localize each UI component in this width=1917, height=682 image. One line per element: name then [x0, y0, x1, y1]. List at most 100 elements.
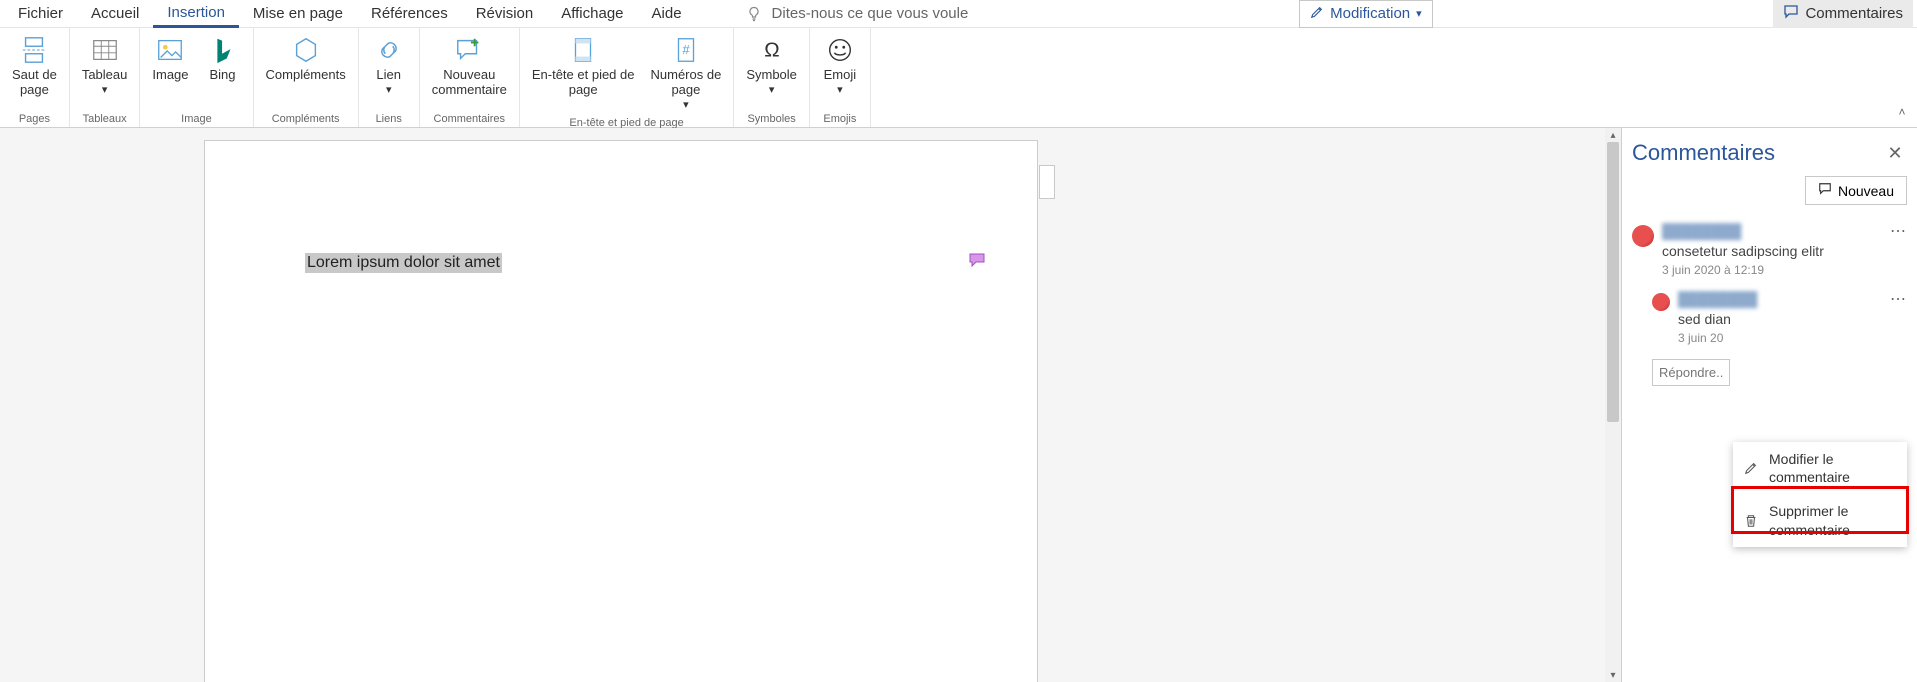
comment-thread: ████████ consetetur sadipscing elitr 3 j… — [1632, 219, 1907, 386]
chevron-down-icon: ▾ — [102, 83, 108, 96]
ribbon-group-pages-label: Pages — [19, 111, 50, 127]
comment-date: 3 juin 20 — [1678, 331, 1907, 345]
ribbon-group-tableaux: Tableau ▾ Tableaux — [70, 28, 141, 127]
comment-author: ████████ — [1678, 291, 1907, 307]
ribbon-group-emojis-label: Emojis — [823, 111, 856, 127]
ribbon-header-footer-label: En-tête et pied de page — [532, 68, 635, 98]
comments-panel-close[interactable]: ✕ — [1883, 141, 1907, 165]
bing-icon — [207, 34, 239, 66]
comment-bubble-icon — [1818, 182, 1832, 199]
ribbon-bing[interactable]: Bing — [197, 30, 249, 111]
comment-text: consetetur sadipscing elitr — [1662, 243, 1907, 259]
comments-toggle-label: Commentaires — [1805, 5, 1903, 22]
comments-toggle-button[interactable]: Commentaires — [1773, 0, 1913, 28]
scroll-down-arrow[interactable]: ▾ — [1605, 668, 1621, 682]
ribbon: Saut de page Pages Tableau ▾ Tableaux — [0, 28, 1917, 128]
ctx-edit-label: Modifier le commentaire — [1769, 450, 1897, 486]
comment-text: sed dian — [1678, 311, 1907, 327]
comment-marker-icon[interactable] — [969, 253, 985, 267]
tab-aide[interactable]: Aide — [638, 1, 696, 26]
scroll-thumb[interactable] — [1607, 142, 1619, 422]
ribbon-image-label: Image — [152, 68, 188, 83]
ribbon-symbole[interactable]: Ω Symbole ▾ — [738, 30, 805, 111]
ribbon-complements-label: Compléments — [266, 68, 346, 83]
comment-author: ████████ — [1662, 223, 1907, 239]
table-icon — [89, 34, 121, 66]
tab-revision[interactable]: Révision — [462, 1, 548, 26]
tab-references[interactable]: Références — [357, 1, 462, 26]
pencil-icon — [1743, 460, 1759, 476]
modification-label: Modification — [1330, 5, 1410, 22]
ribbon-group-image-label: Image — [181, 111, 212, 127]
tab-accueil[interactable]: Accueil — [77, 1, 153, 26]
ribbon-group-tableaux-label: Tableaux — [83, 111, 127, 127]
ribbon-complements[interactable]: Compléments — [258, 30, 354, 111]
ribbon-header-footer[interactable]: En-tête et pied de page — [524, 30, 643, 115]
ribbon-nouveau-commentaire[interactable]: Nouveau commentaire — [424, 30, 515, 111]
ribbon-emoji[interactable]: Emoji ▾ — [814, 30, 866, 111]
document-page[interactable]: Lorem ipsum dolor sit amet — [204, 140, 1038, 682]
vertical-scrollbar[interactable]: ▴ ▾ — [1605, 128, 1621, 682]
svg-text:Ω: Ω — [764, 39, 779, 62]
ribbon-page-break[interactable]: Saut de page — [4, 30, 65, 111]
comment-date: 3 juin 2020 à 12:19 — [1662, 263, 1907, 277]
comment-overflow-menu[interactable]: ⋯ — [1890, 289, 1907, 309]
ribbon-collapse-button[interactable]: ˄ — [1893, 103, 1911, 121]
comment[interactable]: ████████ consetetur sadipscing elitr 3 j… — [1632, 219, 1907, 281]
chevron-down-icon: ▾ — [386, 83, 392, 96]
ribbon-tableau[interactable]: Tableau ▾ — [74, 30, 136, 111]
ribbon-group-header-footer: En-tête et pied de page # Numéros de pag… — [520, 28, 734, 127]
chevron-down-icon: ▾ — [683, 98, 689, 111]
new-comment-button[interactable]: Nouveau — [1805, 176, 1907, 205]
modification-button[interactable]: Modification ▾ — [1299, 0, 1433, 28]
ribbon-group-pages: Saut de page Pages — [0, 28, 70, 127]
ribbon-page-break-label: Saut de page — [12, 68, 57, 98]
tab-mise-en-page[interactable]: Mise en page — [239, 1, 357, 26]
tab-insertion[interactable]: Insertion — [153, 0, 239, 28]
reply-input[interactable] — [1652, 359, 1730, 386]
ribbon-page-number[interactable]: # Numéros de page ▾ — [643, 30, 730, 115]
ribbon-tableau-label: Tableau — [82, 68, 128, 83]
menu-bar: Fichier Accueil Insertion Mise en page R… — [0, 0, 1917, 28]
ellipsis-icon: ⋯ — [1890, 291, 1907, 308]
trash-icon — [1743, 513, 1759, 529]
ribbon-lien[interactable]: Lien ▾ — [363, 30, 415, 111]
comments-panel: Commentaires ✕ Nouveau █████ — [1621, 128, 1917, 682]
tab-fichier[interactable]: Fichier — [4, 1, 77, 26]
lightbulb-icon — [746, 6, 762, 22]
document-area: Lorem ipsum dolor sit amet ▴ ▾ — [0, 128, 1621, 682]
header-footer-icon — [567, 34, 599, 66]
tell-me-search[interactable]: Dites-nous ce que vous voule — [746, 5, 969, 22]
ribbon-group-symboles: Ω Symbole ▾ Symboles — [734, 28, 810, 127]
ribbon-emoji-label: Emoji — [824, 68, 857, 83]
ctx-delete-comment[interactable]: Supprimer le commentaire — [1733, 494, 1907, 546]
ctx-edit-comment[interactable]: Modifier le commentaire — [1733, 442, 1907, 494]
ribbon-lien-label: Lien — [376, 68, 401, 83]
ctx-delete-label: Supprimer le commentaire — [1769, 502, 1897, 538]
ribbon-group-liens: Lien ▾ Liens — [359, 28, 420, 127]
ribbon-group-complements-label: Compléments — [272, 111, 340, 127]
ribbon-page-number-label: Numéros de page — [651, 68, 722, 98]
scroll-track[interactable] — [1605, 142, 1621, 668]
margin-indicator — [1039, 165, 1055, 199]
ribbon-group-image: Image Bing Image — [140, 28, 253, 127]
ribbon-nouveau-commentaire-label: Nouveau commentaire — [432, 68, 507, 98]
chevron-down-icon: ▾ — [837, 83, 843, 96]
new-comment-label: Nouveau — [1838, 183, 1894, 199]
scroll-up-arrow[interactable]: ▴ — [1605, 128, 1621, 142]
tell-me-text: Dites-nous ce que vous voule — [772, 5, 969, 22]
workspace: Lorem ipsum dolor sit amet ▴ ▾ Commentai… — [0, 128, 1917, 682]
ribbon-group-commentaires: Nouveau commentaire Commentaires — [420, 28, 520, 127]
comment-overflow-menu[interactable]: ⋯ — [1890, 221, 1907, 241]
page-break-icon — [18, 34, 50, 66]
ribbon-bing-label: Bing — [210, 68, 236, 83]
ribbon-group-commentaires-label: Commentaires — [434, 111, 506, 127]
emoji-icon — [824, 34, 856, 66]
tab-affichage[interactable]: Affichage — [547, 1, 637, 26]
close-icon: ✕ — [1887, 143, 1902, 163]
ribbon-group-emojis: Emoji ▾ Emojis — [810, 28, 871, 127]
comments-panel-title: Commentaires — [1632, 140, 1775, 166]
ribbon-image[interactable]: Image — [144, 30, 196, 111]
comment-reply[interactable]: ████████ sed dian 3 juin 20 ⋯ — [1652, 287, 1907, 349]
selected-text[interactable]: Lorem ipsum dolor sit amet — [305, 253, 502, 273]
